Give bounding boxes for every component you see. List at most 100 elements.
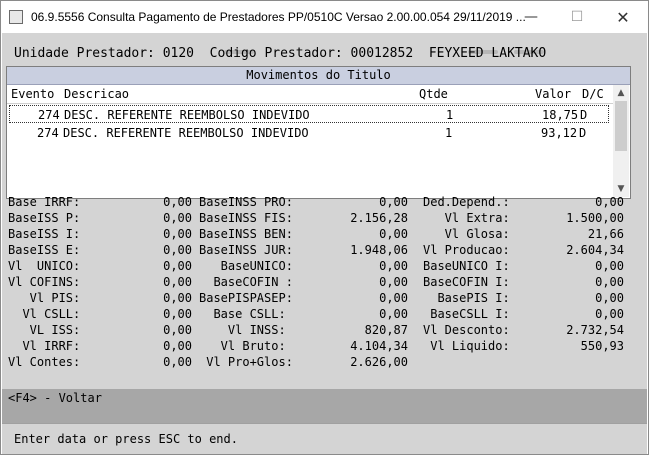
total-value: 0,00 <box>163 339 192 353</box>
total-label: Vl IRRF: <box>8 339 81 353</box>
total-value: 0,00 <box>595 275 624 289</box>
total-label: Vl Bruto: <box>199 339 286 353</box>
maximize-icon[interactable]: ☐ <box>554 1 600 33</box>
total-label: BasePISPASEP: <box>199 291 293 305</box>
total-label: Vl CSLL: <box>8 307 81 321</box>
col-header-valor[interactable]: Valor <box>535 87 571 101</box>
cell-dc: D <box>579 126 587 140</box>
provider-info-bar: Unidade Prestador: 0120 Codigo Prestador… <box>2 43 647 63</box>
cell-evento: 274 <box>37 126 59 140</box>
app-icon <box>9 10 23 24</box>
total-value: 0,00 <box>163 227 192 241</box>
grid-header: Evento Descricao Qtde Valor D/C <box>7 85 613 104</box>
cell-valor: 93,12 <box>541 126 578 140</box>
total-value: 0,00 <box>379 291 408 305</box>
total-label: Vl PIS: <box>8 291 81 305</box>
total-label: Vl Producao: <box>423 243 510 257</box>
total-label: Vl Pro+Glos: <box>199 355 293 369</box>
total-value: 21,66 <box>587 227 624 241</box>
total-label: BaseISS E: <box>8 243 81 257</box>
total-value: 0,00 <box>595 307 624 321</box>
total-label: Base IRRF: <box>8 195 81 209</box>
total-label: Vl UNICO: <box>8 259 81 273</box>
vertical-scrollbar[interactable]: ▲ ▼ <box>613 85 629 197</box>
total-label: VL ISS: <box>8 323 81 337</box>
col-header-descricao[interactable]: Descricao <box>64 87 129 101</box>
total-value: 0,00 <box>379 307 408 321</box>
cell-dc: D <box>580 108 588 122</box>
total-value: 0,00 <box>163 259 192 273</box>
cell-valor: 18,75 <box>542 108 579 122</box>
total-label: Vl Contes: <box>8 355 81 369</box>
total-label: BaseINSS BEN: <box>199 227 293 241</box>
total-value: 0,00 <box>163 307 192 321</box>
total-value: 0,00 <box>163 291 192 305</box>
table-row[interactable]: 274 DESC. REFERENTE REEMBOLSO INDEVIDO 1… <box>9 124 609 142</box>
cell-qtde: 1 <box>446 108 454 122</box>
col-header-dc[interactable]: D/C <box>582 87 604 101</box>
total-label: Vl INSS: <box>199 323 286 337</box>
cell-evento: 274 <box>38 108 60 122</box>
table-row[interactable]: 274 DESC. REFERENTE REEMBOLSO INDEVIDO 1… <box>9 105 609 123</box>
total-value: 0,00 <box>595 195 624 209</box>
total-value: 0,00 <box>595 259 624 273</box>
col-header-evento[interactable]: Evento <box>11 87 54 101</box>
provider-info-text: Unidade Prestador: 0120 Codigo Prestador… <box>14 46 547 61</box>
scroll-up-icon[interactable]: ▲ <box>613 85 629 101</box>
function-key-bar: <F4> - Voltar <box>2 389 647 423</box>
total-value: 4.104,34 <box>350 339 408 353</box>
total-label: BaseINSS PRO: <box>199 195 293 209</box>
total-value: 0,00 <box>163 243 192 257</box>
total-label: Vl Extra: <box>423 211 510 225</box>
movimentos-panel: Movimentos do Titulo Evento Descricao Qt… <box>6 66 631 199</box>
total-label: BaseCOFIN : <box>199 275 293 289</box>
cell-descricao: DESC. REFERENTE REEMBOLSO INDEVIDO <box>64 108 310 122</box>
total-value: 0,00 <box>379 195 408 209</box>
panel-title: Movimentos do Titulo <box>7 67 630 85</box>
total-value: 0,00 <box>163 275 192 289</box>
total-value: 2.604,34 <box>566 243 624 257</box>
total-value: 0,00 <box>163 355 192 369</box>
window-title: 06.9.5556 Consulta Pagamento de Prestado… <box>31 10 526 24</box>
total-value: 2.626,00 <box>350 355 408 369</box>
total-label: Vl COFINS: <box>8 275 81 289</box>
close-icon[interactable]: ✕ <box>600 1 646 33</box>
total-label: BaseUNICO I: <box>423 259 510 273</box>
cell-descricao: DESC. REFERENTE REEMBOLSO INDEVIDO <box>63 126 309 140</box>
total-value: 0,00 <box>163 323 192 337</box>
total-value: 1.948,06 <box>350 243 408 257</box>
total-value: 820,87 <box>364 323 408 337</box>
f4-back-action[interactable]: <F4> - Voltar <box>8 391 102 405</box>
scroll-thumb[interactable] <box>615 101 627 151</box>
total-label: Vl Liquido: <box>423 339 510 353</box>
movimentos-grid[interactable]: Evento Descricao Qtde Valor D/C 274 DESC… <box>7 85 613 197</box>
total-value: 0,00 <box>379 275 408 289</box>
total-label: BaseISS I: <box>8 227 81 241</box>
total-label: BasePIS I: <box>423 291 510 305</box>
total-value: 2.732,54 <box>566 323 624 337</box>
total-value: 1.500,00 <box>566 211 624 225</box>
minimize-icon[interactable]: — <box>508 1 554 33</box>
main-content: Unidade Prestador: 0120 Codigo Prestador… <box>2 33 647 454</box>
total-label: BaseINSS FIS: <box>199 211 293 225</box>
cell-qtde: 1 <box>445 126 453 140</box>
total-value: 0,00 <box>163 195 192 209</box>
total-label: Ded.Depend.: <box>423 195 510 209</box>
total-label: BaseISS P: <box>8 211 81 225</box>
total-value: 0,00 <box>595 291 624 305</box>
total-label: BaseCOFIN I: <box>423 275 510 289</box>
total-label: Vl Desconto: <box>423 323 510 337</box>
application-window: 06.9.5556 Consulta Pagamento de Prestado… <box>0 0 649 455</box>
total-value: 0,00 <box>379 227 408 241</box>
title-bar: 06.9.5556 Consulta Pagamento de Prestado… <box>1 1 648 33</box>
status-text: Enter data or press ESC to end. <box>14 432 238 446</box>
total-value: 550,93 <box>580 339 624 353</box>
total-label: Vl Glosa: <box>423 227 510 241</box>
total-value: 0,00 <box>163 211 192 225</box>
total-value: 2.156,28 <box>350 211 408 225</box>
total-label: BaseINSS JUR: <box>199 243 293 257</box>
col-header-qtde[interactable]: Qtde <box>419 87 448 101</box>
total-value: 0,00 <box>379 259 408 273</box>
total-label: BaseUNICO: <box>199 259 293 273</box>
total-label: BaseCSLL I: <box>423 307 510 321</box>
